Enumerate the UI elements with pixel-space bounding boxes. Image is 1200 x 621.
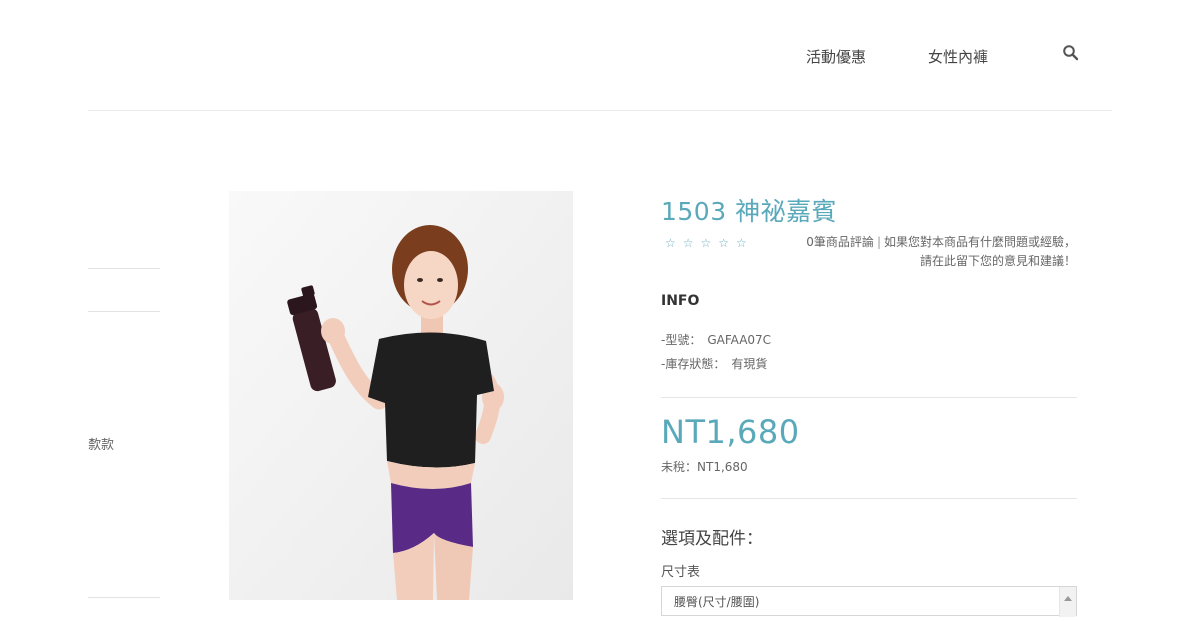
model-spec: -型號： GAFAA07C — [661, 331, 771, 348]
sidebar-divider — [88, 268, 160, 269]
sidebar-divider — [88, 311, 160, 312]
size-select-value: 腰臀(尺寸/腰圍) — [674, 595, 760, 609]
rating-stars-icon[interactable]: ☆☆☆☆☆ — [665, 236, 754, 250]
options-heading: 選項及配件： — [661, 529, 763, 549]
stock-value: 有現貨 — [731, 357, 768, 371]
header-divider — [88, 110, 1112, 111]
product-title: 1503 神祕嘉賓 — [661, 197, 838, 226]
review-separator: | — [876, 235, 881, 249]
nav-item-womens-underwear[interactable]: 女性內褲 — [928, 46, 988, 67]
tax-label: 未稅： — [661, 460, 698, 474]
stock-spec: -庫存狀態： 有現貨 — [661, 355, 767, 372]
product-image[interactable] — [229, 191, 573, 600]
stock-label: -庫存狀態： — [661, 357, 726, 371]
tax-value: NT1,680 — [697, 460, 748, 474]
section-divider — [661, 498, 1077, 499]
review-summary: 0筆商品評論 | 如果您對本商品有什麼問題或經驗，請在此留下您的意見和建議！ — [800, 233, 1076, 271]
search-icon[interactable] — [1062, 44, 1080, 62]
section-divider — [661, 397, 1077, 398]
size-select[interactable]: 腰臀(尺寸/腰圍) — [661, 586, 1077, 617]
model-label: -型號： — [661, 333, 702, 347]
review-count-link[interactable]: 0筆商品評論 — [806, 235, 874, 249]
sidebar-item-label[interactable]: 歀款 — [88, 434, 114, 453]
product-price: NT1,680 — [661, 413, 800, 451]
info-heading: INFO — [661, 293, 700, 309]
size-chart-label: 尺寸表 — [661, 565, 701, 580]
price-ex-tax: 未稅：NT1,680 — [661, 458, 748, 475]
chevron-up-icon[interactable] — [1059, 587, 1076, 617]
sidebar-divider — [88, 597, 160, 598]
model-value: GAFAA07C — [707, 333, 772, 347]
top-nav: 活動優惠 女性內褲 — [0, 44, 1200, 76]
review-prompt: 如果您對本商品有什麼問題或經驗，請在此留下您的意見和建議！ — [883, 235, 1076, 268]
nav-item-promotions[interactable]: 活動優惠 — [806, 46, 866, 67]
